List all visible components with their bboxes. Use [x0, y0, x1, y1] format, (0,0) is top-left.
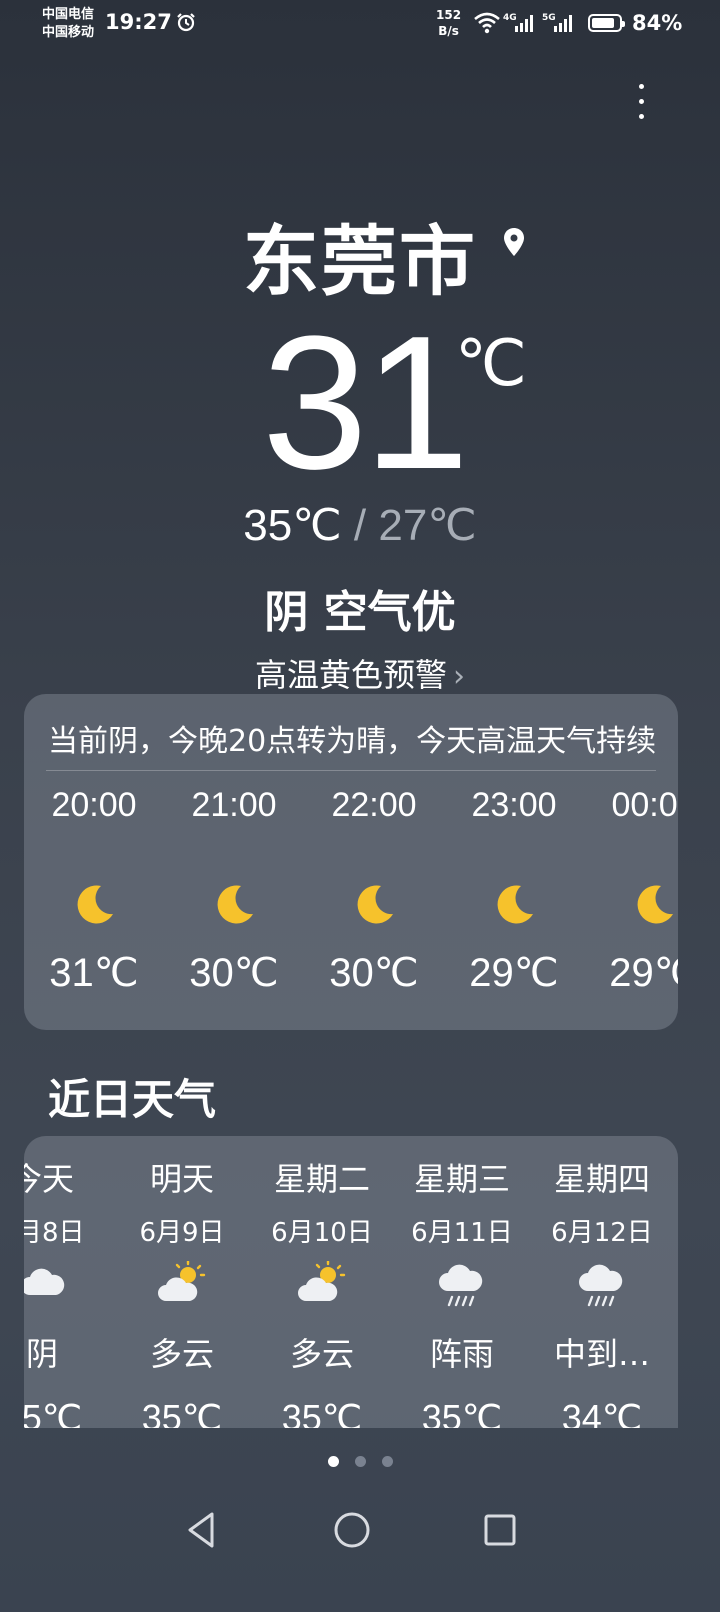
network-speed-unit: B/s — [438, 24, 459, 38]
weather-condition: 阴 空气优 — [264, 587, 456, 638]
partly-cloudy-icon — [112, 1259, 252, 1317]
day-condition: 中到… — [553, 1335, 650, 1373]
hour-temperature: 30℃ — [189, 951, 279, 995]
battery-icon — [588, 14, 625, 32]
day-high-temperature: 35℃ — [281, 1397, 363, 1428]
battery-nub — [622, 21, 625, 27]
moon-icon — [304, 882, 444, 942]
hour-time: 20:00 — [51, 786, 137, 824]
network-speed-value: 152 — [436, 8, 462, 22]
carrier-labels: 中国电信 中国移动 — [42, 6, 94, 42]
recents-icon[interactable] — [478, 1508, 522, 1552]
hour-temperature: 31℃ — [49, 951, 139, 995]
chevron-right-icon: › — [453, 659, 465, 694]
rain-icon — [392, 1261, 532, 1317]
signal-5g-label: 5G — [542, 13, 556, 23]
daily-item[interactable]: 星期四 6月12日中到… 34℃ — [532, 1154, 672, 1428]
page-indicator — [0, 1452, 720, 1471]
signal-5g-icon: 5G — [542, 13, 572, 32]
battery-percent: 84% — [632, 11, 683, 35]
rain-icon — [532, 1261, 672, 1317]
partly-cloudy-icon — [252, 1259, 392, 1317]
high-low-temperature: 35℃ / 27℃ — [0, 500, 720, 551]
day-condition: 阴 — [25, 1335, 58, 1373]
city-name: 东莞市 — [243, 217, 477, 306]
status-time: 19:27 — [105, 10, 172, 34]
day-date: 6月8日 — [24, 1218, 85, 1248]
menu-dot — [639, 114, 644, 119]
temperature-separator: / — [353, 501, 367, 550]
low-temperature: 27℃ — [378, 501, 477, 550]
day-high-temperature: 35℃ — [24, 1397, 83, 1428]
hour-time: 00:00 — [611, 786, 678, 824]
hour-temperature: 29℃ — [469, 951, 559, 995]
carrier-2: 中国移动 — [42, 25, 95, 40]
hourly-item: 23:00 29℃ — [444, 786, 584, 996]
alarm-icon — [177, 13, 195, 32]
hour-temperature: 29℃ — [609, 951, 678, 995]
carrier-1: 中国电信 — [42, 7, 95, 22]
day-high-temperature: 35℃ — [421, 1397, 503, 1428]
alert-text: 高温黄色预警 — [254, 656, 447, 694]
hourly-item: 20:00 31℃ — [24, 786, 164, 996]
hourly-forecast-card[interactable]: 当前阴，今晚20点转为晴，今天高温天气持续 20:00 31℃ 21:00 30℃ 22… — [24, 694, 678, 1030]
city-header: 东莞市 — [0, 200, 720, 310]
divider — [46, 770, 656, 771]
cloudy-icon — [24, 1261, 112, 1317]
daily-item[interactable]: 今天 6月8日阴 35℃ — [24, 1154, 112, 1428]
high-temperature: 35℃ — [243, 501, 342, 550]
network-speed: 152 B/s — [436, 7, 461, 39]
day-date: 6月10日 — [271, 1218, 373, 1248]
hour-time: 22:00 — [331, 786, 417, 824]
hourly-item: 21:00 30℃ — [164, 786, 304, 996]
daily-item[interactable]: 明天 6月9日多云 35℃ — [112, 1154, 252, 1428]
page-dot[interactable] — [327, 1456, 339, 1467]
hourly-item: 00:00 29℃ — [584, 786, 678, 996]
menu-dot — [639, 84, 644, 89]
daily-forecast-card[interactable]: 今天 6月8日阴 35℃ 明天 6月9日多云 35℃ 星期二 6月10日多云 35℃ 星期三 6月1… — [24, 1136, 678, 1428]
moon-icon — [444, 882, 584, 942]
day-name: 明天 — [149, 1160, 214, 1198]
day-condition: 多云 — [289, 1335, 354, 1373]
moon-icon — [24, 882, 164, 942]
day-name: 今天 — [24, 1160, 74, 1198]
daily-item[interactable]: 星期三 6月11日阵雨 35℃ — [392, 1154, 532, 1428]
temperature-unit: ℃ — [455, 327, 527, 399]
wifi-icon — [474, 12, 500, 34]
day-name: 星期四 — [553, 1160, 650, 1198]
day-high-temperature: 34℃ — [561, 1397, 643, 1428]
moon-icon — [164, 882, 304, 942]
hour-time: 21:00 — [191, 786, 277, 824]
back-icon[interactable] — [182, 1508, 222, 1552]
section-title-recent-weather: 近日天气 — [48, 1075, 217, 1124]
day-date: 6月9日 — [139, 1218, 225, 1248]
hourly-item: 22:00 30℃ — [304, 786, 444, 996]
moon-icon — [584, 882, 678, 942]
day-name: 星期二 — [273, 1160, 370, 1198]
daily-item[interactable]: 星期二 6月10日多云 35℃ — [252, 1154, 392, 1428]
day-date: 6月12日 — [551, 1218, 653, 1248]
signal-4g-label: 4G — [503, 13, 517, 23]
day-condition: 多云 — [149, 1335, 214, 1373]
page-dot[interactable] — [381, 1456, 393, 1467]
hour-temperature: 30℃ — [329, 951, 419, 995]
day-name: 星期三 — [413, 1160, 510, 1198]
day-condition: 阵雨 — [429, 1335, 494, 1373]
location-pin-icon — [504, 228, 524, 256]
more-menu-button[interactable] — [626, 80, 656, 126]
forecast-summary: 当前阴，今晚20点转为晴，今天高温天气持续 — [48, 724, 657, 759]
menu-dot — [639, 99, 644, 104]
status-bar: 中国电信 中国移动 19:27 152 B/s 4G 5G 84% — [0, 0, 720, 50]
current-temperature: 31 — [262, 297, 469, 509]
navigation-bar — [0, 1500, 720, 1570]
home-icon[interactable] — [330, 1508, 374, 1552]
signal-4g-icon: 4G — [503, 13, 533, 32]
hour-time: 23:00 — [471, 786, 557, 824]
battery-fill — [592, 18, 614, 28]
page-dot[interactable] — [354, 1456, 366, 1467]
day-high-temperature: 35℃ — [141, 1397, 223, 1428]
heat-alert-link[interactable]: 高温黄色预警 › — [0, 650, 720, 696]
day-date: 6月11日 — [411, 1218, 513, 1248]
